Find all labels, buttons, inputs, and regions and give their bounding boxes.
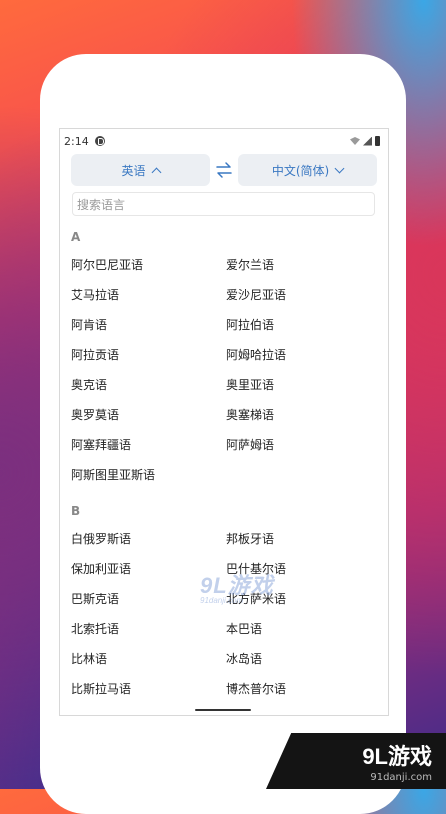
search-placeholder: 搜索语言 xyxy=(77,197,126,212)
language-item[interactable]: 白俄罗斯语 xyxy=(71,524,226,554)
battery-icon xyxy=(375,136,380,146)
language-list: 阿尔巴尼亚语 爱尔兰语 艾马拉语 爱沙尼亚语 阿肯语 阿拉伯语 阿拉贡语 阿姆哈… xyxy=(60,250,388,490)
language-list: 白俄罗斯语 邦板牙语 保加利亚语 巴什基尔语 巴斯克语 北方萨米语 北索托语 本… xyxy=(60,524,388,704)
section-header: B xyxy=(71,504,81,518)
language-item[interactable]: 本巴语 xyxy=(226,614,381,644)
notification-app-icon xyxy=(94,136,105,146)
home-indicator[interactable] xyxy=(195,709,251,711)
swap-icon xyxy=(216,162,232,178)
target-language-label: 中文(简体) xyxy=(271,163,330,178)
language-item[interactable]: 爱尔兰语 xyxy=(226,250,381,280)
language-item[interactable]: 奥塞梯语 xyxy=(226,400,381,430)
language-selector-bar: 英语 中文(简体) xyxy=(60,154,388,186)
status-time: 2:14 xyxy=(64,134,89,148)
section-header: A xyxy=(71,230,81,244)
language-item[interactable]: 冰岛语 xyxy=(226,644,381,674)
source-language-label: 英语 xyxy=(121,163,146,178)
language-item[interactable]: 阿萨姆语 xyxy=(226,430,381,460)
language-item[interactable]: 比林语 xyxy=(71,644,226,674)
signal-icon xyxy=(363,136,372,146)
watermark-logo: 9L游戏 91danji.com xyxy=(200,568,274,605)
language-item[interactable]: 博杰普尔语 xyxy=(226,674,381,704)
language-item[interactable]: 阿斯图里亚斯语 xyxy=(71,460,226,490)
status-bar: 2:14 xyxy=(60,129,388,153)
corner-site: 91danji.com xyxy=(370,772,432,783)
corner-watermark-logo: 9L游戏 91danji.com xyxy=(266,733,446,789)
wifi-icon xyxy=(350,137,360,145)
language-item[interactable]: 阿肯语 xyxy=(71,310,226,340)
chevron-up-icon xyxy=(151,167,161,177)
language-item[interactable]: 比斯拉马语 xyxy=(71,674,226,704)
language-item[interactable]: 阿姆哈拉语 xyxy=(226,340,381,370)
section-a: A 阿尔巴尼亚语 爱尔兰语 艾马拉语 爱沙尼亚语 阿肯语 阿拉伯语 阿拉贡语 阿… xyxy=(60,230,388,490)
language-item[interactable]: 阿塞拜疆语 xyxy=(71,430,226,460)
language-item[interactable]: 奥罗莫语 xyxy=(71,400,226,430)
language-item[interactable]: 爱沙尼亚语 xyxy=(226,280,381,310)
language-search-input[interactable]: 搜索语言 xyxy=(72,192,375,216)
language-item[interactable]: 奥里亚语 xyxy=(226,370,381,400)
language-item[interactable]: 艾马拉语 xyxy=(71,280,226,310)
chevron-down-icon xyxy=(334,163,345,173)
source-language-button[interactable]: 英语 xyxy=(71,154,210,186)
watermark-brand: 9L游戏 xyxy=(200,573,274,598)
language-item[interactable]: 邦板牙语 xyxy=(226,524,381,554)
target-language-button[interactable]: 中文(简体) xyxy=(238,154,377,186)
app-screen: 2:14 英语 中文(简体) 搜索语言 A 阿尔巴尼亚语 爱尔兰语 艾马拉语 爱… xyxy=(59,128,389,716)
language-item[interactable]: 奥克语 xyxy=(71,370,226,400)
language-item[interactable]: 北索托语 xyxy=(71,614,226,644)
language-item[interactable]: 阿拉贡语 xyxy=(71,340,226,370)
language-item[interactable]: 阿尔巴尼亚语 xyxy=(71,250,226,280)
corner-brand: 9L游戏 xyxy=(362,744,432,769)
swap-languages-button[interactable] xyxy=(210,161,238,179)
language-item[interactable]: 阿拉伯语 xyxy=(226,310,381,340)
